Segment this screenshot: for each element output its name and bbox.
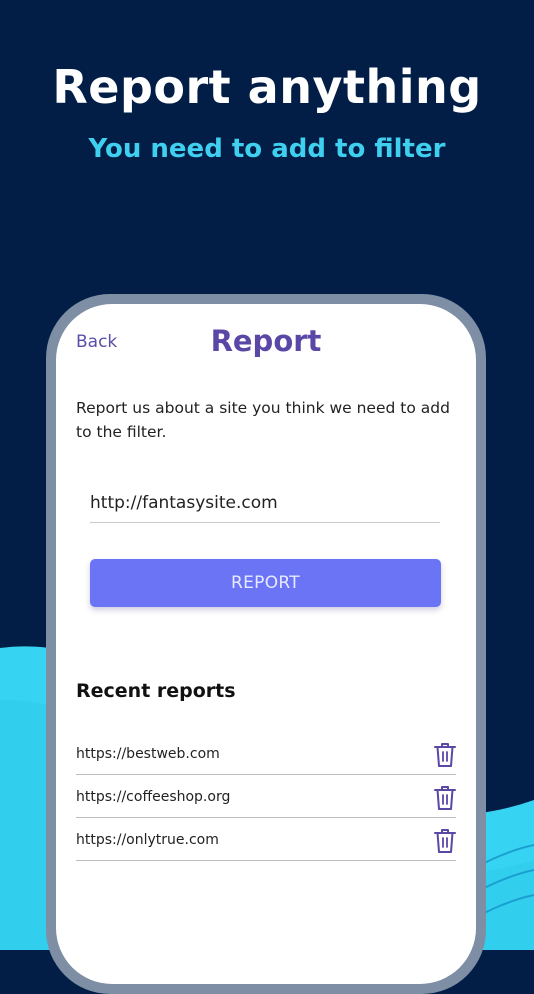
report-url: https://bestweb.com [76, 746, 220, 762]
list-item: https://bestweb.com [76, 732, 456, 775]
report-button[interactable]: REPORT [90, 559, 441, 607]
trash-icon[interactable] [434, 828, 456, 854]
list-item: https://onlytrue.com [76, 818, 456, 861]
page-title: Report [210, 324, 322, 358]
recent-reports-title: Recent reports [76, 680, 236, 702]
recent-reports-list: https://bestweb.com https://coffeeshop.o… [76, 732, 456, 861]
url-input[interactable] [90, 484, 440, 523]
report-url: https://coffeeshop.org [76, 789, 231, 805]
subheadline: You need to add to filter [88, 134, 446, 164]
list-item: https://coffeeshop.org [76, 775, 456, 818]
report-url: https://onlytrue.com [76, 832, 219, 848]
trash-icon[interactable] [434, 785, 456, 811]
phone-screen: Back Report Report us about a site you t… [56, 304, 476, 984]
headline: Report anything [52, 60, 482, 114]
trash-icon[interactable] [434, 742, 456, 768]
report-description: Report us about a site you think we need… [76, 399, 450, 441]
